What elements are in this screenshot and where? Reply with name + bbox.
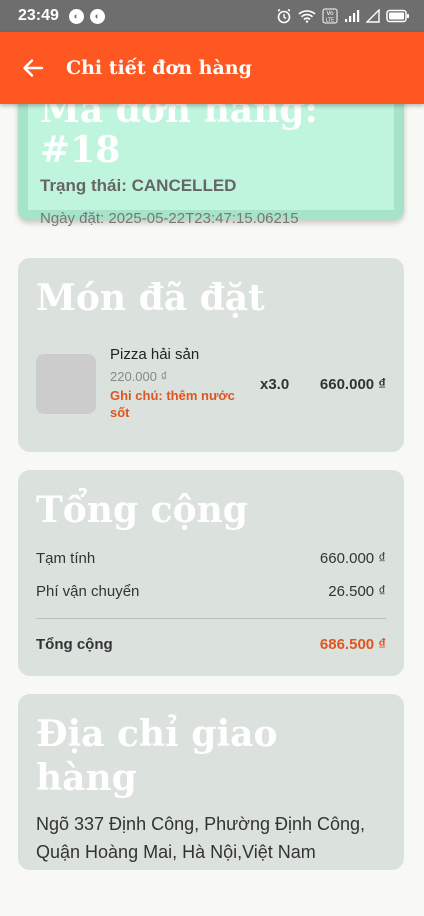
order-detail-scroll[interactable]: Mã đơn hàng: #18 Trạng thái: CANCELLED N…: [0, 104, 424, 916]
item-quantity: x3.0: [260, 376, 290, 393]
order-code: Mã đơn hàng: #18: [40, 104, 318, 171]
summary-card: Tổng cộng Tạm tính 660.000 ₫ Phí vận chu…: [18, 470, 404, 676]
battery-icon: [386, 9, 409, 23]
shipping-label: Phí vận chuyển: [36, 583, 140, 600]
svg-text:LTE: LTE: [326, 18, 334, 24]
signal-icon: [345, 10, 360, 22]
status-time: 23:49: [18, 7, 59, 24]
address-title: Địa chỉ giao hàng: [36, 713, 278, 799]
total-label: Tổng cộng: [36, 636, 113, 653]
wifi-icon: [298, 10, 316, 23]
alarm-icon: [277, 8, 291, 24]
status-system-icons: Vo LTE: [276, 8, 410, 24]
item-note: Ghi chú: thêm nước sốt: [110, 388, 235, 420]
app-bar: Chi tiết đơn hàng: [0, 32, 424, 104]
subtotal-row: Tạm tính 660.000 ₫: [36, 550, 386, 567]
summary-divider: [36, 618, 386, 619]
ordered-items-title: Món đã đặt: [36, 277, 265, 319]
item-image: [36, 354, 96, 414]
page-title: Chi tiết đơn hàng: [66, 57, 252, 79]
address-text: Ngõ 337 Định Công, Phường Định Công, Quậ…: [36, 814, 366, 862]
summary-title: Tổng cộng: [36, 489, 248, 531]
status-bar: 23:49 ◐ ◐ Vo LTE: [0, 0, 424, 32]
order-status: Trạng thái: CANCELLED: [40, 176, 237, 195]
address-card: Địa chỉ giao hàng Ngõ 337 Định Công, Phư…: [18, 694, 404, 870]
order-date: Ngày đặt: 2025-05-22T23:47:15.06215: [40, 210, 299, 227]
volte-icon: VoLTE: [322, 8, 338, 24]
total-row: Tổng cộng 686.500 ₫: [36, 636, 386, 653]
svg-text:Vo: Vo: [326, 10, 334, 17]
order-info-card: Mã đơn hàng: #18 Trạng thái: CANCELLED N…: [18, 104, 404, 227]
item-name: Pizza hải sản: [110, 346, 200, 363]
item-info: Pizza hải sản 220.000 ₫ Ghi chú: thêm nư…: [110, 346, 250, 421]
app-notification-icon: ◐: [89, 8, 105, 24]
status-notification-icons: ◐ ◐: [68, 8, 105, 24]
back-button[interactable]: [18, 53, 48, 83]
ordered-items-card: Món đã đặt Pizza hải sản 220.000 ₫ Ghi c…: [18, 258, 404, 452]
signal-empty-icon: [366, 9, 380, 23]
app-notification-icon: ◐: [68, 8, 84, 24]
item-unit-price: 220.000 ₫: [110, 369, 168, 384]
arrow-left-icon: [23, 59, 44, 77]
subtotal-value: 660.000 ₫: [319, 550, 386, 567]
total-value: 686.500 ₫: [319, 636, 386, 653]
list-item: Pizza hải sản 220.000 ₫ Ghi chú: thêm nư…: [36, 346, 386, 421]
shipping-value: 26.500 ₫: [328, 583, 386, 600]
item-total: 660.000 ₫: [319, 376, 386, 393]
subtotal-label: Tạm tính: [36, 550, 96, 567]
shipping-row: Phí vận chuyển 26.500 ₫: [36, 583, 386, 600]
